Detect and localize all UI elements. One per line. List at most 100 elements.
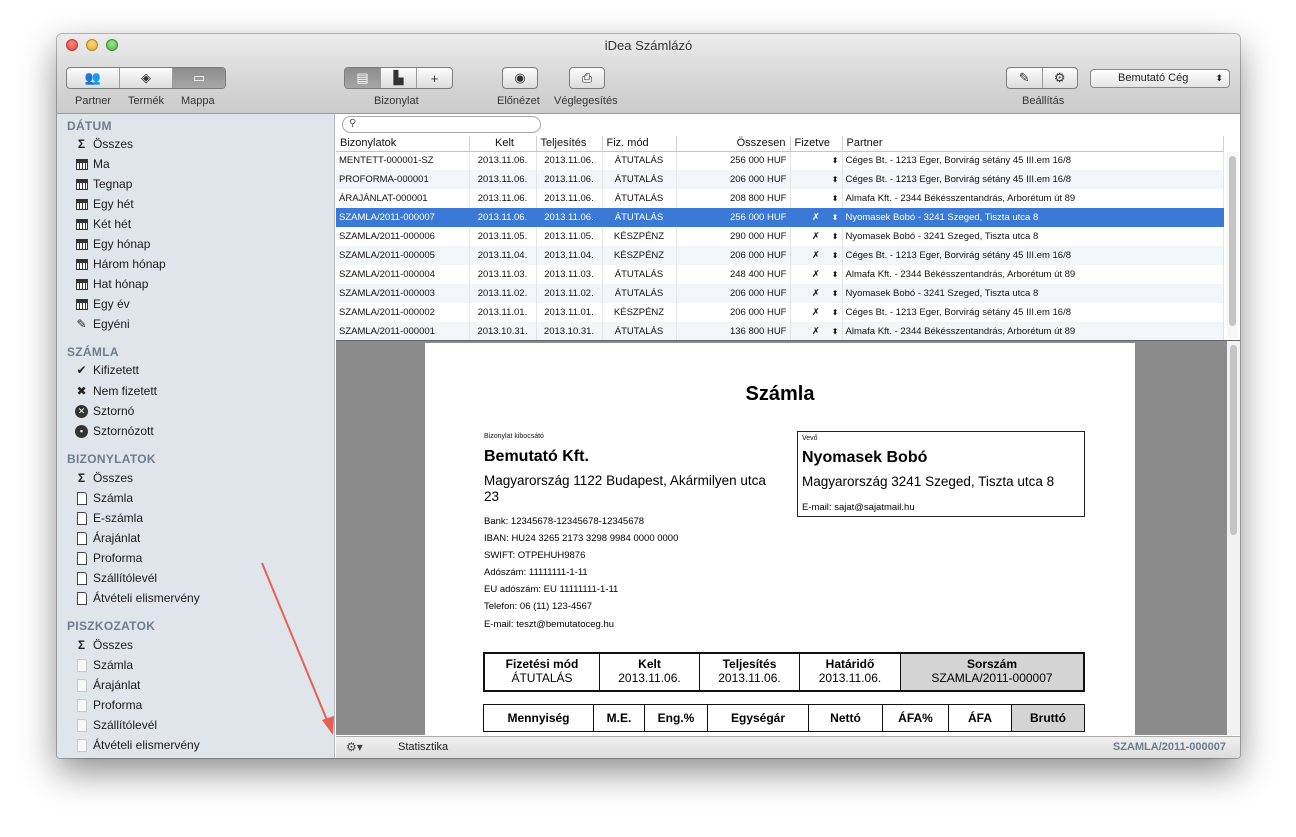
col-fiz-mod[interactable]: Fiz. mód <box>602 136 677 152</box>
mappa-button[interactable]: ▭ <box>173 68 225 88</box>
col-osszesen[interactable]: Összesen <box>676 136 791 152</box>
sidebar-item-szallitolevel[interactable]: Szállítólevél <box>73 569 157 587</box>
sidebar-item-biz-osszes[interactable]: Σ Összes <box>73 469 133 487</box>
folder-icon: ▭ <box>192 70 206 85</box>
x-circle-icon: ✕ <box>73 404 90 418</box>
sidebar-item-biz-szamla[interactable]: Számla <box>73 489 133 507</box>
finalize-button[interactable]: ⎙ <box>569 67 605 89</box>
sidebar-item-harom-honap[interactable]: Három hónap <box>73 255 166 273</box>
sidebar-item-e-szamla[interactable]: E-számla <box>73 509 143 527</box>
sidebar-item-ket-het[interactable]: Két hét <box>73 215 131 233</box>
sidebar-item-draft-szallitolevel[interactable]: Szállítólevél <box>73 716 157 734</box>
table-row[interactable]: SZAMLA/2011-000004 2013.11.03. 2013.11.03.… <box>336 265 1224 284</box>
sidebar-item-kifizetett[interactable]: ✔ Kifizetett <box>73 361 139 379</box>
eye-icon: ◉ <box>514 70 526 85</box>
sidebar-item-ma[interactable]: Ma <box>73 155 110 173</box>
cell-mod: ÁTUTALÁS <box>602 170 677 189</box>
document-list-button[interactable]: ▤ <box>345 68 381 88</box>
table-row[interactable]: MENTETT-000001-SZ 2013.11.06. 2013.11.06. Á… <box>336 151 1224 170</box>
sidebar-item-hat-honap[interactable]: Hat hónap <box>73 275 148 293</box>
cell-osszeg: 206 000 HUF <box>676 303 791 322</box>
termek-button[interactable]: ◈ <box>120 68 173 88</box>
col-kelt[interactable]: Kelt <box>469 136 537 152</box>
stepper-icon[interactable]: ⬍ <box>832 308 839 317</box>
add-document-button[interactable]: + <box>417 68 452 88</box>
sidebar-item-draft-arajanlat[interactable]: Árajánlat <box>73 676 140 694</box>
stepper-icon[interactable]: ⬍ <box>832 289 839 298</box>
action-menu-button[interactable]: ⚙▾ <box>346 740 363 754</box>
sidebar-item-sztornozott[interactable]: ▪ Sztornózott <box>73 422 154 440</box>
items-table-header: Mennyiség M.E. Eng.% Egységár Nettó ÁFA%… <box>483 704 1085 732</box>
sidebar-item-nem-fizetett[interactable]: ✖ Nem fizetett <box>73 382 157 400</box>
cell-id: SZAMLA/2011-000007 <box>336 208 470 227</box>
cell-mod: ÁTUTALÁS <box>602 151 677 170</box>
preview-scrollbar[interactable] <box>1227 341 1240 735</box>
company-select[interactable]: Bemutató Cég ⬍ <box>1090 69 1230 88</box>
sidebar-item-egy-het[interactable]: Egy hét <box>73 195 134 213</box>
table-row[interactable]: SZAMLA/2011-000007 2013.11.06. 2013.11.06.… <box>336 208 1224 227</box>
statistics-button[interactable]: Statisztika <box>398 741 448 753</box>
sidebar-item-datum-osszes[interactable]: Σ Összes <box>73 135 133 153</box>
col-partner[interactable]: Partner <box>842 136 1224 152</box>
items-col: ÁFA% <box>883 705 949 731</box>
cell-mod: ÁTUTALÁS <box>602 208 677 227</box>
list-scrollbar[interactable] <box>1227 152 1238 338</box>
stepper-icon[interactable]: ⬍ <box>832 327 839 336</box>
cell-paid: ⬍ <box>790 151 843 170</box>
sidebar-item-tegnap[interactable]: Tegnap <box>73 175 132 193</box>
stepper-icon[interactable]: ⬍ <box>832 175 839 184</box>
partner-label: Partner <box>75 95 112 107</box>
sidebar-item-egy-ev[interactable]: Egy év <box>73 295 130 313</box>
col-bizonylatok[interactable]: Bizonylatok <box>336 136 470 152</box>
stepper-icon[interactable]: ⬍ <box>832 213 839 222</box>
cell-partner: Nyomasek Bobó - 3241 Szeged, Tiszta utca… <box>842 227 1224 246</box>
table-row[interactable]: SZAMLA/2011-000001 2013.10.31. 2013.10.31.… <box>336 322 1224 341</box>
table-row[interactable]: SZAMLA/2011-000002 2013.11.01. 2013.11.01.… <box>336 303 1224 322</box>
sidebar-item-egyeni[interactable]: ✎ Egyéni <box>73 315 129 333</box>
partner-button[interactable]: 👥 <box>67 68 120 88</box>
stepper-icon[interactable]: ⬍ <box>832 270 839 279</box>
col-fizetve[interactable]: Fizetve <box>790 136 843 152</box>
cell-telj: 2013.11.04. <box>536 246 603 265</box>
sigma-icon: Σ <box>77 471 86 485</box>
draft-document-icon <box>73 718 90 732</box>
mappa-label: Mappa <box>181 95 215 107</box>
sidebar-item-sztorno[interactable]: ✕ Sztornó <box>73 402 134 420</box>
preview-button[interactable]: ◉ <box>502 67 538 89</box>
cell-osszeg: 206 000 HUF <box>676 246 791 265</box>
window-title: iDea Számlázó <box>604 38 693 53</box>
lock-circle-icon: ▪ <box>73 424 90 438</box>
stepper-icon[interactable]: ⬍ <box>832 232 839 241</box>
sidebar-item-arajanlat[interactable]: Árajánlat <box>73 529 140 547</box>
sidebar-item-proforma[interactable]: Proforma <box>73 549 142 567</box>
table-row[interactable]: SZAMLA/2011-000005 2013.11.04. 2013.11.04.… <box>336 246 1224 265</box>
table-row[interactable]: SZAMLA/2011-000003 2013.11.02. 2013.11.02.… <box>336 284 1224 303</box>
section-szamla: SZÁMLA <box>67 345 119 359</box>
stepper-icon[interactable]: ⬍ <box>832 251 839 260</box>
stepper-icon[interactable]: ⬍ <box>832 194 839 203</box>
col-teljesites[interactable]: Teljesítés <box>536 136 603 152</box>
sidebar-item-draft-szamla[interactable]: Számla <box>73 656 133 674</box>
sidebar-item-draft-atveteli[interactable]: Átvételi elismervény <box>73 736 200 754</box>
termek-label: Termék <box>128 95 165 107</box>
cell-kelt: 2013.11.03. <box>469 265 537 284</box>
table-row[interactable]: SZAMLA/2011-000006 2013.11.05. 2013.11.05.… <box>336 227 1224 246</box>
bizonylat-segmented-control: ▤ ▙ + <box>344 67 453 89</box>
calendar-icon <box>73 198 90 210</box>
calendar-icon <box>73 238 90 250</box>
calendar-icon <box>73 258 90 270</box>
draft-document-icon <box>73 678 90 692</box>
gear-button[interactable]: ⚙ <box>1043 68 1078 88</box>
sidebar-item-egy-honap[interactable]: Egy hónap <box>73 235 150 253</box>
table-row[interactable]: ÁRAJÁNLAT-000001 2013.11.06. 2013.11.06. ÁT… <box>336 189 1224 208</box>
chart-button[interactable]: ▙ <box>381 68 417 88</box>
search-input[interactable]: ⚲ <box>342 116 541 133</box>
edit-button[interactable]: ✎ <box>1007 68 1043 88</box>
cell-id: MENTETT-000001-SZ <box>336 151 470 170</box>
sidebar-item-draft-proforma[interactable]: Proforma <box>73 696 142 714</box>
stepper-icon[interactable]: ⬍ <box>832 156 839 165</box>
sidebar-item-draft-osszes[interactable]: Σ Összes <box>73 636 133 654</box>
calendar-icon <box>73 178 90 190</box>
table-row[interactable]: PROFORMA-000001 2013.11.06. 2013.11.06. ÁTU… <box>336 170 1224 189</box>
sidebar-item-atveteli[interactable]: Átvételi elismervény <box>73 589 200 607</box>
